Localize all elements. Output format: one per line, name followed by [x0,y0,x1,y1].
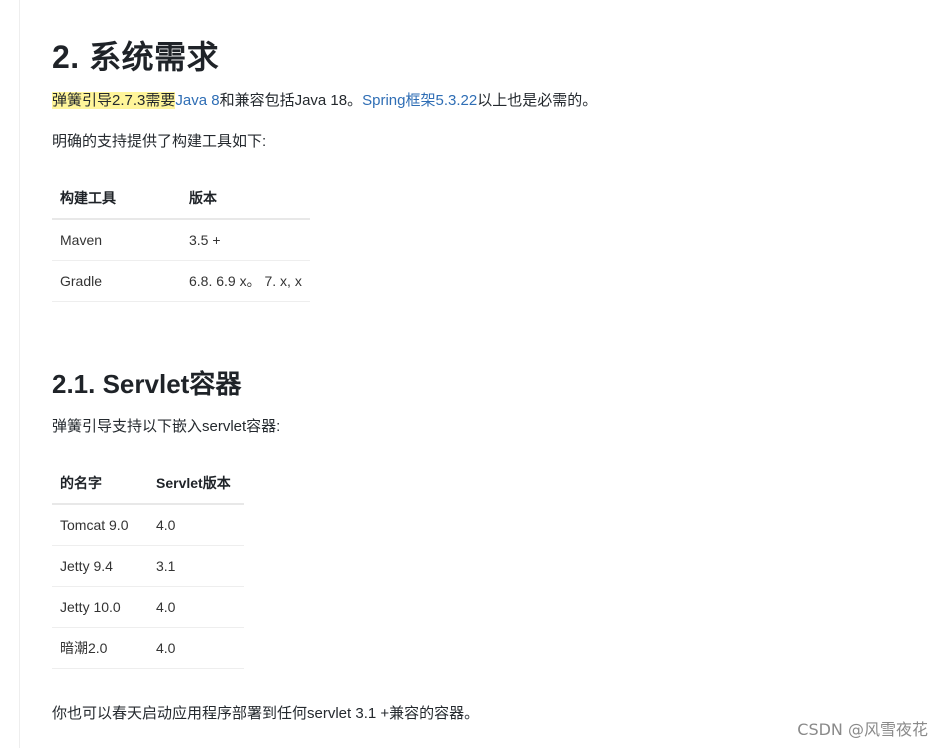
table-row: Gradle 6.8. 6.9 x。 7. x, x [52,260,310,302]
table-cell: Gradle [52,260,181,302]
table-cell: 3.1 [148,545,244,587]
paragraph-text: 以上也是必需的。 [477,92,598,109]
table-row: Jetty 10.0 4.0 [52,586,244,628]
requirements-paragraph: 弹簧引导2.7.3需要Java 8和兼容包括Java 18。Spring框架5.… [52,90,597,112]
table-header-row: 构建工具 版本 [52,178,310,220]
table-cell: 4.0 [148,627,244,669]
subsection-heading: 2.1. Servlet容器 [52,369,242,399]
column-header: Servlet版本 [148,463,244,505]
watermark: CSDN @风雪夜花 [797,720,928,739]
table-cell: Maven [52,219,181,261]
table-cell: 3.5 + [181,219,310,261]
paragraph-text: 和兼容包括Java 18。 [219,92,363,109]
table-cell: Jetty 9.4 [52,545,148,587]
table-row: 暗潮2.0 4.0 [52,627,244,669]
table-cell: 6.8. 6.9 x。 7. x, x [181,260,310,302]
table-cell: 暗潮2.0 [52,627,148,669]
table-cell: Jetty 10.0 [52,586,148,628]
servlet-intro: 弹簧引导支持以下嵌入servlet容器: [52,418,281,435]
spring-link[interactable]: Spring框架5.3.22 [362,92,477,109]
table-row: Jetty 9.4 3.1 [52,545,244,587]
servlet-containers-table: 的名字 Servlet版本 Tomcat 9.0 4.0 Jetty 9.4 3… [52,463,244,669]
deploy-note: 你也可以春天启动应用程序部署到任何servlet 3.1 +兼容的容器。 [52,705,480,722]
left-border [19,0,20,748]
table-cell: Tomcat 9.0 [52,504,148,546]
column-header: 构建工具 [52,178,181,220]
table-row: Maven 3.5 + [52,219,310,261]
column-header: 版本 [181,178,310,220]
column-header: 的名字 [52,463,148,505]
table-cell: 4.0 [148,504,244,546]
build-tools-intro: 明确的支持提供了构建工具如下: [52,133,267,150]
highlighted-text: 弹簧引导2.7.3需要 [52,92,176,109]
table-cell: 4.0 [148,586,244,628]
section-heading: 2. 系统需求 [52,39,220,75]
build-tools-table: 构建工具 版本 Maven 3.5 + Gradle 6.8. 6.9 x。 7… [52,178,310,302]
table-header-row: 的名字 Servlet版本 [52,463,244,505]
table-row: Tomcat 9.0 4.0 [52,504,244,546]
java-link[interactable]: Java 8 [175,92,219,109]
